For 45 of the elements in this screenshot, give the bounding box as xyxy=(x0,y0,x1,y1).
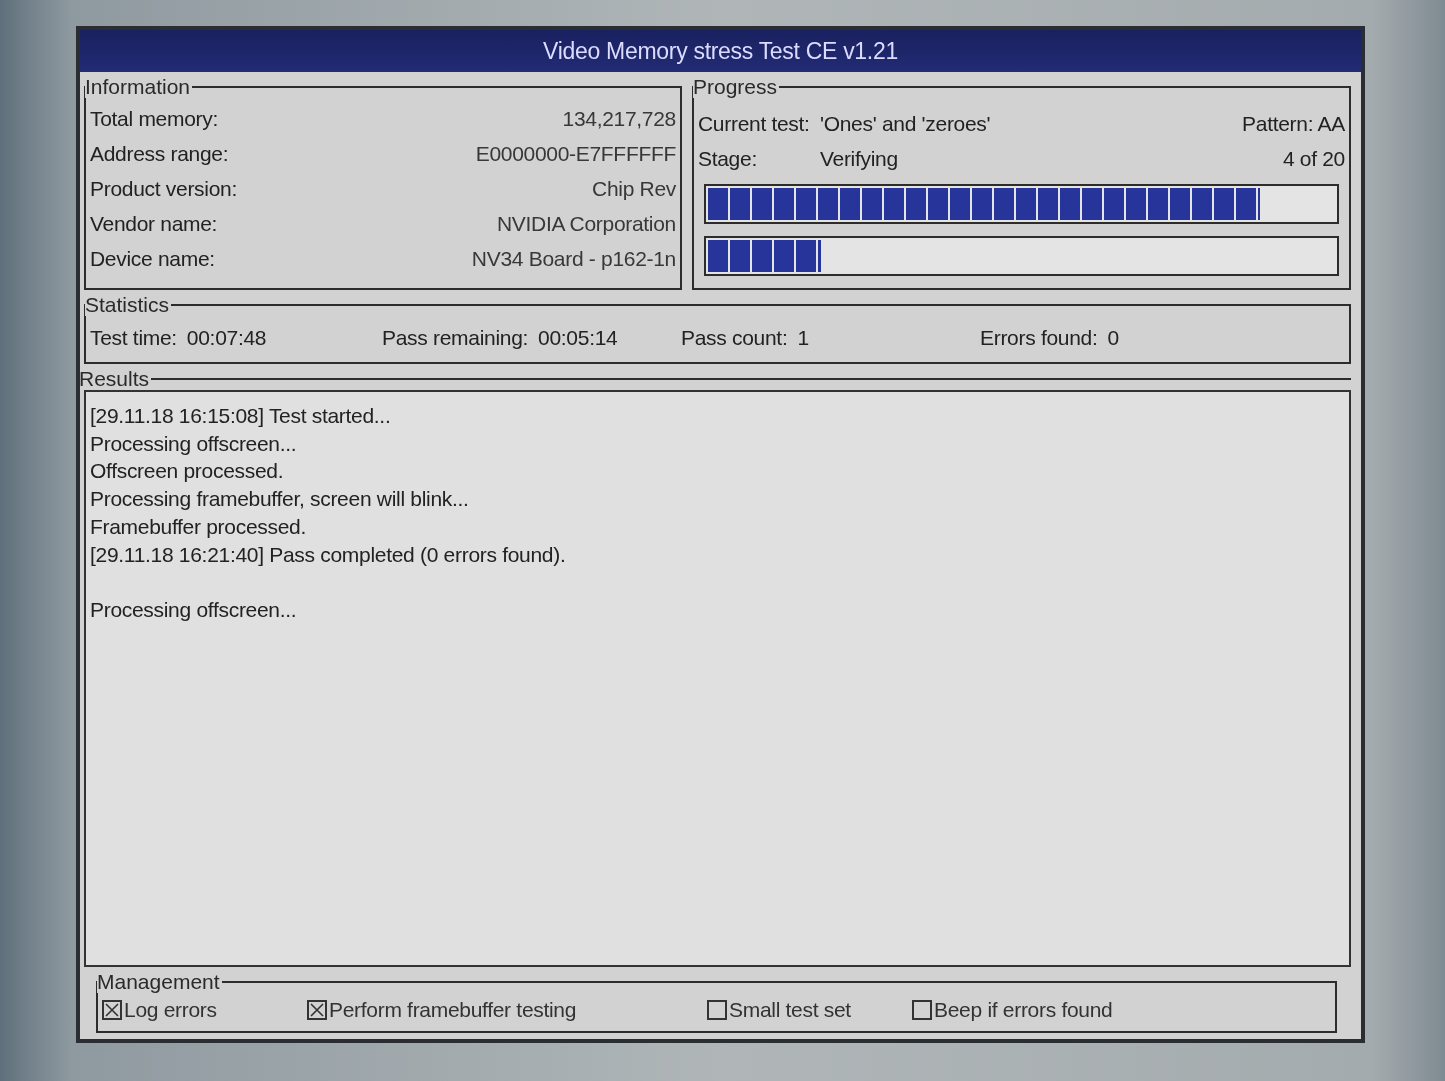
field-value: 4 of 20 xyxy=(1282,146,1345,172)
log-line: Processing framebuffer, screen will blink... xyxy=(90,486,469,513)
checkbox-label[interactable]: Log errors xyxy=(124,993,217,1027)
field-label: Device name: xyxy=(90,246,215,272)
field-value: NVIDIA Corporation xyxy=(496,211,676,237)
group-title: Results xyxy=(79,367,151,390)
field-label: Product version: xyxy=(90,176,237,202)
log-line: Framebuffer processed. xyxy=(90,513,306,540)
stat-label: Pass count: xyxy=(681,325,788,351)
field-value: Chip Rev xyxy=(592,176,676,202)
checkbox-label[interactable]: Beep if errors found xyxy=(934,993,1113,1027)
field-label: Address range: xyxy=(90,141,229,167)
log-line: Offscreen processed. xyxy=(90,458,284,485)
group-title: Statistics xyxy=(85,293,171,316)
checkbox-label[interactable]: Perform framebuffer testing xyxy=(329,993,577,1027)
log-line: Processing offscreen... xyxy=(90,430,297,457)
stat-value: 00:07:48 xyxy=(186,325,267,351)
stat-value: 1 xyxy=(797,325,809,351)
checkbox[interactable] xyxy=(912,1000,932,1020)
field-label: Vendor name: xyxy=(90,211,218,237)
stat-value: 00:05:14 xyxy=(538,325,618,351)
field-value: E0000000-E7FFFFFF xyxy=(475,141,676,167)
stat-label: Pass remaining: xyxy=(382,325,529,351)
window-title: Video Memory stress Test CE v1.21 xyxy=(543,37,898,65)
checkbox[interactable] xyxy=(707,1000,727,1020)
field-value: Pattern: AA xyxy=(1242,111,1345,137)
group-title: Management xyxy=(97,970,221,993)
field-value: 134,217,728 xyxy=(562,106,676,132)
checkbox-label[interactable]: Small test set xyxy=(729,993,851,1027)
field-value: NV34 Board - p162-1n xyxy=(471,246,676,272)
log-line: [29.11.18 16:21:40] Pass completed (0 errors found). xyxy=(90,541,566,568)
stat-label: Errors found: xyxy=(980,325,1098,351)
checkbox[interactable] xyxy=(307,1000,327,1020)
group-title: Information xyxy=(85,75,192,98)
log-line: Processing offscreen... xyxy=(90,596,297,623)
stat-value: 0 xyxy=(1107,325,1119,351)
group-title: Progress xyxy=(693,75,779,98)
field-label: Total memory: xyxy=(90,106,218,132)
field-label: Current test: xyxy=(698,111,811,137)
stat-label: Test time: xyxy=(90,325,177,351)
log-line: [29.11.18 16:15:08] Test started... xyxy=(90,403,391,429)
field-label: Stage: xyxy=(698,146,758,172)
field-value: 'Ones' and 'zeroes' xyxy=(820,111,992,137)
field-value: Verifying xyxy=(820,146,899,172)
checkbox[interactable] xyxy=(102,1000,122,1020)
